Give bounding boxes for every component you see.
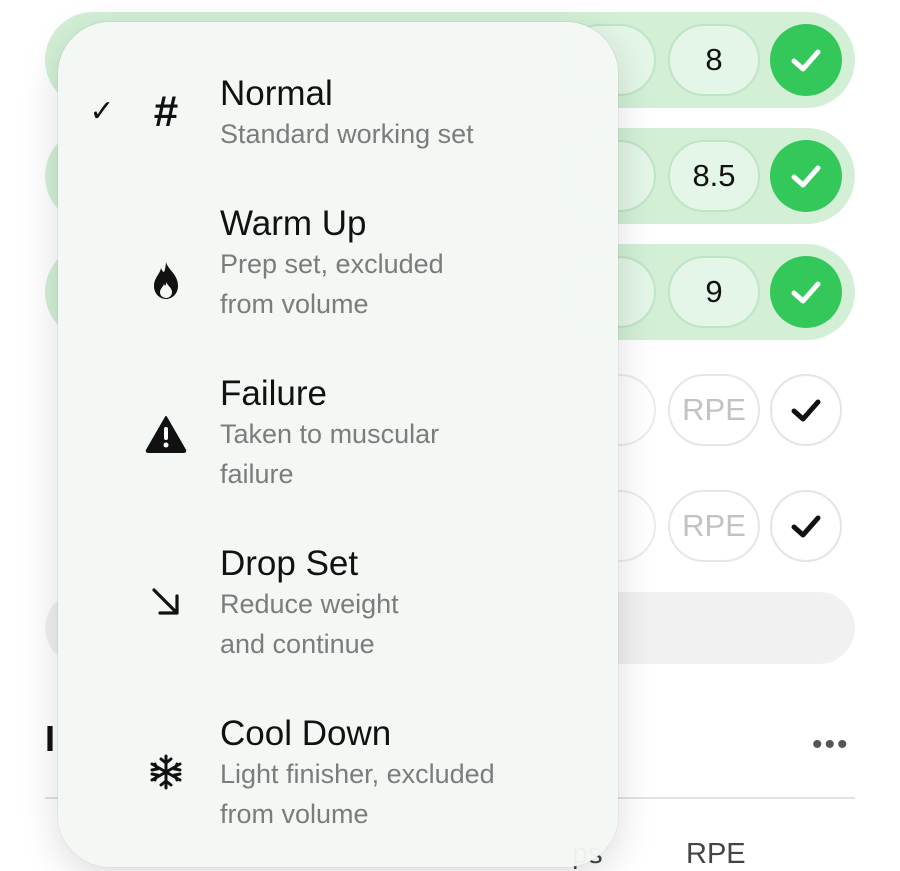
- subtitle-line: failure: [220, 459, 294, 489]
- complete-set-button[interactable]: [770, 490, 842, 562]
- subtitle-line: Prep set, excluded: [220, 249, 444, 279]
- warning-icon: [142, 410, 190, 458]
- rpe-field[interactable]: RPE: [668, 374, 760, 446]
- complete-set-button[interactable]: [770, 140, 842, 212]
- checkmark-icon: [791, 281, 821, 304]
- rpe-field[interactable]: 8: [668, 24, 760, 96]
- menu-item-title: Warm Up: [220, 204, 367, 243]
- arrow-down-right-icon: [142, 578, 190, 626]
- menu-item-subtitle: Standard working set: [220, 114, 600, 154]
- subtitle-line: from volume: [220, 289, 369, 319]
- menu-item-subtitle: Taken to muscular failure: [220, 414, 600, 494]
- snowflake-icon: [142, 748, 190, 796]
- menu-item-normal[interactable]: ✓ # Normal Standard working set: [58, 70, 618, 190]
- menu-item-title: Normal: [220, 74, 333, 113]
- subtitle-line: Reduce weight: [220, 589, 399, 619]
- more-options-icon[interactable]: •••: [812, 728, 850, 762]
- checkmark-icon: [791, 399, 821, 422]
- rpe-field[interactable]: 8.5: [668, 140, 760, 212]
- complete-set-button[interactable]: [770, 256, 842, 328]
- subtitle-line: Light finisher, excluded: [220, 759, 495, 789]
- set-type-menu: ✓ # Normal Standard working set Warm Up …: [58, 22, 618, 867]
- menu-item-subtitle: Prep set, excluded from volume: [220, 244, 600, 324]
- menu-item-subtitle: Light finisher, excluded from volume: [220, 754, 600, 834]
- complete-set-button[interactable]: [770, 374, 842, 446]
- menu-item-cool-down[interactable]: Cool Down Light finisher, excluded from …: [58, 710, 618, 860]
- menu-item-failure[interactable]: Failure Taken to muscular failure: [58, 370, 618, 520]
- menu-item-title: Drop Set: [220, 544, 359, 583]
- complete-set-button[interactable]: [770, 24, 842, 96]
- menu-item-drop-set[interactable]: Drop Set Reduce weight and continue: [58, 540, 618, 690]
- flame-icon: [142, 256, 190, 304]
- checkmark-icon: [791, 49, 821, 72]
- subtitle-line: Standard working set: [220, 119, 474, 149]
- subtitle-line: Taken to muscular: [220, 419, 440, 449]
- subtitle-line: and continue: [220, 629, 375, 659]
- column-header-rpe: RPE: [686, 838, 746, 870]
- exercise-title: I: [45, 718, 56, 759]
- menu-item-warm-up[interactable]: Warm Up Prep set, excluded from volume: [58, 200, 618, 350]
- checkmark-icon: [791, 515, 821, 538]
- rpe-field[interactable]: 9: [668, 256, 760, 328]
- selected-check-icon: ✓: [89, 95, 115, 128]
- checkmark-icon: [791, 165, 821, 188]
- hash-icon: #: [153, 87, 179, 136]
- menu-item-subtitle: Reduce weight and continue: [220, 584, 600, 664]
- subtitle-line: from volume: [220, 799, 369, 829]
- menu-item-title: Failure: [220, 374, 327, 413]
- rpe-field[interactable]: RPE: [668, 490, 760, 562]
- menu-item-title: Cool Down: [220, 714, 392, 753]
